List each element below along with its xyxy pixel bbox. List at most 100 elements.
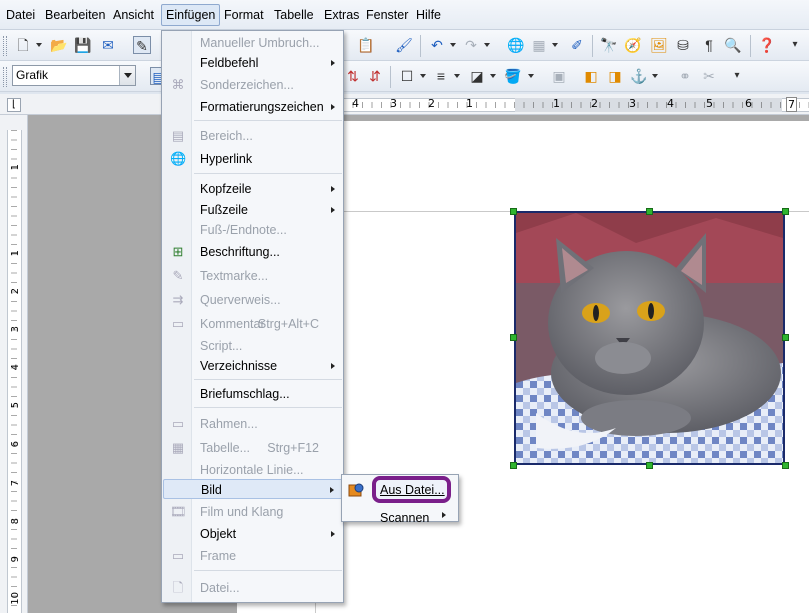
ruler-number: 2 bbox=[10, 288, 21, 295]
ruler-number: 9 bbox=[10, 556, 21, 563]
open-folder-icon[interactable]: 📂 bbox=[50, 36, 68, 54]
format-paintbrush-icon[interactable]: 🖌 bbox=[395, 36, 413, 54]
menu-tabelle[interactable]: Tabelle bbox=[270, 5, 318, 27]
resize-handle-se[interactable] bbox=[782, 462, 789, 469]
chevron-down-icon[interactable] bbox=[454, 74, 460, 78]
menu-hilfe[interactable]: Hilfe bbox=[412, 5, 445, 27]
paste-icon[interactable]: 📋 bbox=[357, 36, 375, 54]
caption-icon: ⊞ bbox=[172, 244, 184, 259]
submenu-item-scan[interactable]: Scannen bbox=[380, 511, 429, 525]
menu-item-special-character[interactable]: ⌘ Sonderzeichen... bbox=[163, 75, 343, 95]
resize-handle-w[interactable] bbox=[510, 334, 517, 341]
chevron-down-icon[interactable] bbox=[552, 43, 558, 47]
menu-item-manual-break[interactable]: Manueller Umbruch... bbox=[163, 33, 343, 53]
help-icon[interactable]: ❓ bbox=[758, 36, 776, 54]
menu-item-cross-reference[interactable]: ⇉ Querverweis... bbox=[163, 290, 343, 310]
menu-ansicht[interactable]: Ansicht bbox=[109, 5, 158, 27]
unlink-frames-icon[interactable]: ✂ bbox=[700, 67, 718, 85]
menu-item-formatting-marks[interactable]: Formatierungszeichen bbox=[163, 97, 343, 117]
anchor-icon[interactable]: ⚓ bbox=[630, 67, 648, 85]
data-sources-icon[interactable]: ⛁ bbox=[674, 36, 692, 54]
menu-item-object[interactable]: Objekt bbox=[163, 524, 343, 544]
menu-item-envelope[interactable]: Briefumschlag... bbox=[163, 384, 343, 404]
menu-format[interactable]: Format bbox=[220, 5, 268, 27]
save-icon[interactable]: 💾 bbox=[74, 36, 92, 54]
menu-bearbeiten[interactable]: Bearbeiten bbox=[41, 5, 109, 27]
menu-einfuegen[interactable]: Einfügen bbox=[161, 4, 221, 26]
background-color-icon[interactable]: 🪣 bbox=[504, 67, 522, 85]
toolbar-overflow-icon[interactable]: ▾ bbox=[786, 36, 804, 54]
resize-handle-sw[interactable] bbox=[510, 462, 517, 469]
link-frames-icon[interactable]: ⚭ bbox=[676, 67, 694, 85]
resize-handle-e[interactable] bbox=[782, 334, 789, 341]
chevron-down-icon[interactable] bbox=[652, 74, 658, 78]
bring-to-front-icon[interactable]: ◧ bbox=[582, 67, 600, 85]
menu-item-header[interactable]: Kopfzeile bbox=[163, 179, 343, 199]
chevron-down-icon[interactable] bbox=[36, 43, 42, 47]
cat-photo bbox=[516, 213, 783, 463]
menu-item-section[interactable]: ▤ Bereich... bbox=[163, 126, 343, 146]
table-icon[interactable]: ▦ bbox=[530, 36, 548, 54]
ruler-number: 10 bbox=[10, 592, 21, 605]
toolbar-grip[interactable] bbox=[3, 36, 7, 56]
border-color-icon[interactable]: ◪ bbox=[468, 67, 486, 85]
find-replace-icon[interactable]: 🔭 bbox=[600, 36, 618, 54]
menu-item-indexes[interactable]: Verzeichnisse bbox=[163, 356, 343, 376]
draw-functions-icon[interactable]: ✐ bbox=[568, 36, 586, 54]
resize-handle-ne[interactable] bbox=[782, 208, 789, 215]
tab-stop-type-icon[interactable]: ⌊ bbox=[7, 98, 21, 112]
new-document-icon[interactable]: 🗋 bbox=[14, 36, 32, 54]
formatting-marks-icon[interactable]: ¶ bbox=[700, 36, 718, 54]
menu-item-picture[interactable]: Bild bbox=[163, 479, 343, 499]
chevron-down-icon[interactable] bbox=[528, 74, 534, 78]
frame-properties-icon[interactable]: ▣ bbox=[550, 67, 568, 85]
menu-extras[interactable]: Extras bbox=[320, 5, 363, 27]
menu-item-caption[interactable]: ⊞ Beschriftung... bbox=[163, 242, 343, 262]
menu-item-table[interactable]: ▦ Tabelle... Strg+F12 bbox=[163, 438, 343, 458]
menu-item-comment[interactable]: ▭ Kommentar Strg+Alt+C bbox=[163, 314, 343, 334]
paragraph-style-combo[interactable]: Grafik bbox=[12, 65, 136, 86]
chevron-down-icon[interactable] bbox=[490, 74, 496, 78]
menu-item-movie-sound[interactable]: 🎞 Film und Klang bbox=[163, 502, 343, 522]
cat-image[interactable] bbox=[514, 211, 785, 465]
toolbar-grip[interactable] bbox=[3, 67, 7, 87]
line-style-icon[interactable]: ≡ bbox=[432, 67, 450, 85]
submenu-item-from-file[interactable]: Aus Datei... bbox=[372, 476, 451, 503]
send-to-back-icon[interactable]: ◨ bbox=[606, 67, 624, 85]
menu-item-hyperlink[interactable]: 🌐 Hyperlink bbox=[163, 149, 343, 169]
menu-item-frame[interactable]: ▭ Rahmen... bbox=[163, 414, 343, 434]
edit-mode-icon[interactable]: ✎ bbox=[133, 36, 151, 54]
standard-toolbar: 🗋 📂 💾 ✉ ✎ 📋 🖌 ↶ ↷ 🌐 ▦ ✐ 🔭 🧭 🖼 ⛁ ¶ 🔍 ❓ ▾ bbox=[0, 30, 809, 61]
zoom-icon[interactable]: 🔍 bbox=[724, 36, 742, 54]
gallery-icon[interactable]: 🖼 bbox=[650, 36, 668, 54]
redo-icon[interactable]: ↷ bbox=[462, 36, 480, 54]
menu-item-file[interactable]: 🗋 Datei... bbox=[163, 578, 343, 598]
borders-icon[interactable]: ☐ bbox=[398, 67, 416, 85]
anchor-top-icon[interactable]: ⇅ bbox=[344, 67, 362, 85]
submenu-arrow-icon bbox=[331, 207, 335, 213]
menu-item-footer[interactable]: Fußzeile bbox=[163, 200, 343, 220]
resize-handle-s[interactable] bbox=[646, 462, 653, 469]
chevron-down-icon[interactable] bbox=[484, 43, 490, 47]
anchor-bottom-icon[interactable]: ⇵ bbox=[366, 67, 384, 85]
hyperlink-icon[interactable]: 🌐 bbox=[507, 36, 525, 54]
undo-icon[interactable]: ↶ bbox=[428, 36, 446, 54]
resize-handle-n[interactable] bbox=[646, 208, 653, 215]
chevron-down-icon[interactable] bbox=[119, 66, 135, 85]
ruler-number: 3 bbox=[10, 326, 21, 333]
resize-handle-nw[interactable] bbox=[510, 208, 517, 215]
menu-datei[interactable]: Datei bbox=[2, 5, 39, 27]
file-icon: 🗋 bbox=[172, 580, 184, 595]
menu-item-bookmark[interactable]: ✎ Textmarke... bbox=[163, 266, 343, 286]
menu-fenster[interactable]: Fenster bbox=[362, 5, 412, 27]
menu-item-horizontal-line[interactable]: Horizontale Linie... bbox=[163, 460, 343, 480]
menu-item-script[interactable]: Script... bbox=[163, 336, 343, 356]
toolbar-overflow-icon[interactable]: ▾ bbox=[728, 67, 746, 85]
menu-item-fields[interactable]: Feldbefehl bbox=[163, 53, 343, 73]
menu-item-floating-frame[interactable]: ▭ Frame bbox=[163, 546, 343, 566]
chevron-down-icon[interactable] bbox=[450, 43, 456, 47]
chevron-down-icon[interactable] bbox=[420, 74, 426, 78]
email-icon[interactable]: ✉ bbox=[99, 36, 117, 54]
navigator-icon[interactable]: 🧭 bbox=[624, 36, 642, 54]
menu-item-footnote[interactable]: Fuß-/Endnote... bbox=[163, 220, 343, 240]
